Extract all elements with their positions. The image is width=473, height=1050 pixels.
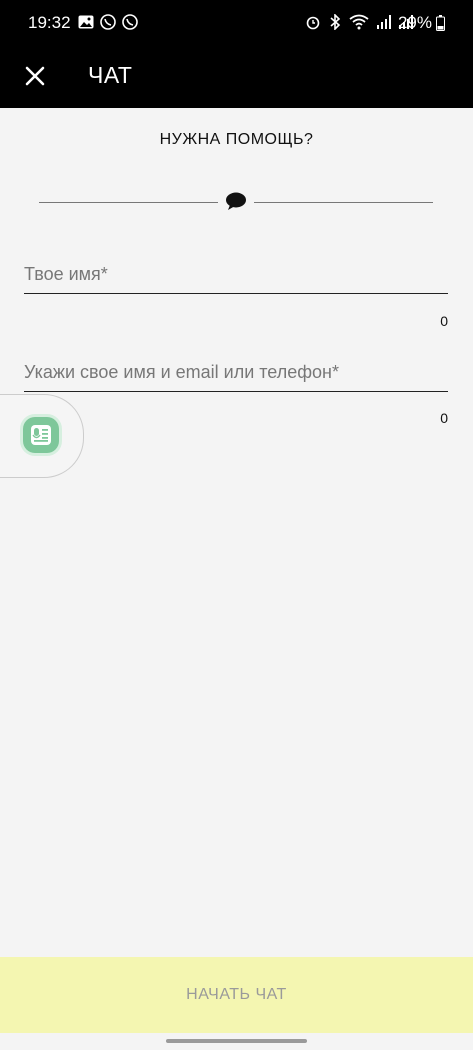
- close-icon[interactable]: [23, 64, 47, 88]
- help-title: НУЖНА ПОМОЩЬ?: [159, 131, 314, 148]
- contact-placeholder: Укажи свое имя и email или телефон*: [24, 362, 339, 382]
- chat-bubble-icon: [226, 192, 246, 210]
- viber-icon: [100, 14, 116, 30]
- name-placeholder: Твое имя*: [24, 264, 108, 284]
- battery-icon: [436, 15, 445, 31]
- voice-to-text-icon: [31, 425, 51, 445]
- status-bar: 19:32 29%: [0, 0, 473, 46]
- status-time: 19:32: [28, 13, 71, 32]
- divider-left: [39, 202, 218, 203]
- floating-voice-input-button[interactable]: [0, 394, 84, 478]
- divider-right: [254, 202, 433, 203]
- contact-input[interactable]: Укажи свое имя и email или телефон*: [24, 362, 448, 392]
- viber-icon: [122, 14, 138, 30]
- battery-level: 29%: [397, 13, 432, 32]
- start-chat-button[interactable]: НАЧАТЬ ЧАТ: [0, 957, 473, 1033]
- name-char-counter: 0: [440, 313, 448, 329]
- gallery-icon: [78, 15, 94, 29]
- signal-icon: [377, 15, 391, 29]
- alarm-icon: [306, 16, 320, 30]
- contact-char-counter: 0: [440, 410, 448, 426]
- start-chat-label: НАЧАТЬ ЧАТ: [186, 986, 287, 1003]
- wifi-icon: [349, 14, 369, 30]
- page-title: ЧАТ: [88, 62, 133, 88]
- app-bar: ЧАТ: [0, 46, 473, 108]
- name-input[interactable]: Твое имя*: [24, 264, 448, 294]
- bluetooth-icon: [330, 14, 341, 30]
- home-indicator[interactable]: [166, 1039, 307, 1043]
